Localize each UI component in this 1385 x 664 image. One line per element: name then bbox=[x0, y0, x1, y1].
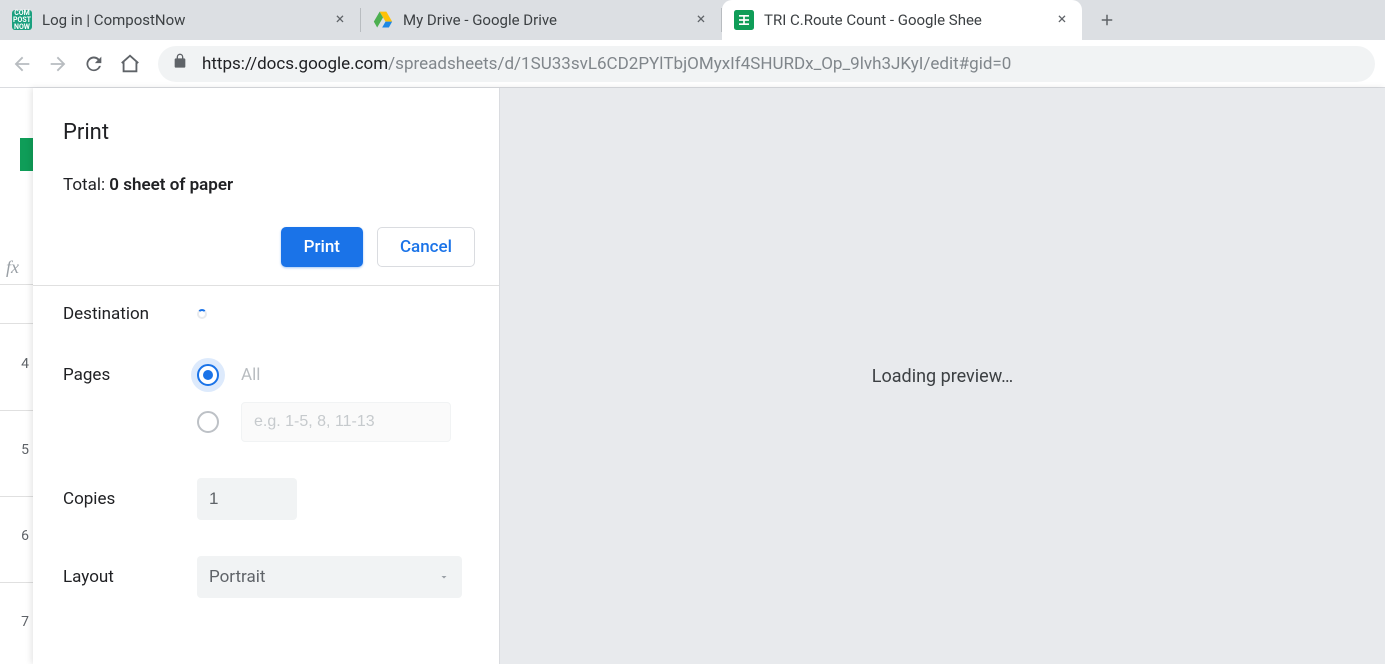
pages-custom-radio[interactable] bbox=[197, 411, 219, 433]
print-settings-panel: Print Total: 0 sheet of paper Print Canc… bbox=[33, 88, 500, 664]
pages-row-all: Pages All bbox=[63, 342, 469, 396]
row-border bbox=[0, 323, 33, 324]
layout-value: Portrait bbox=[209, 567, 265, 587]
chevron-down-icon bbox=[438, 571, 450, 583]
tab-title: TRI C.Route Count - Google Shee bbox=[764, 11, 1054, 29]
tab-drive[interactable]: My Drive - Google Drive × bbox=[361, 0, 721, 40]
row-number[interactable]: 7 bbox=[0, 614, 33, 630]
spreadsheet-left-edge: fx 4 5 6 7 bbox=[0, 88, 33, 664]
print-preview-area: Loading preview… bbox=[500, 88, 1385, 664]
url-path: /spreadsheets/d/1SU33svL6CD2PYlTbjOMyxIf… bbox=[388, 54, 1011, 74]
row-border bbox=[0, 496, 33, 497]
reload-button[interactable] bbox=[76, 46, 112, 82]
tab-compostnow[interactable]: COMPOSTNOW Log in | CompostNow × bbox=[0, 0, 360, 40]
compost-icon: COMPOSTNOW bbox=[12, 10, 32, 30]
url-host: https://docs.google.com bbox=[202, 54, 388, 74]
tab-sheets-active[interactable]: TRI C.Route Count - Google Shee × bbox=[722, 0, 1082, 40]
lock-icon bbox=[172, 53, 188, 74]
total-value: 0 sheet of paper bbox=[109, 175, 233, 195]
layout-row: Layout Portrait bbox=[63, 538, 469, 616]
print-button[interactable]: Print bbox=[281, 227, 363, 267]
formula-bar-label: fx bbox=[6, 257, 19, 278]
layout-select[interactable]: Portrait bbox=[197, 556, 462, 598]
pages-custom-input[interactable] bbox=[241, 402, 451, 442]
row-border bbox=[0, 582, 33, 583]
destination-row: Destination bbox=[63, 286, 469, 342]
page-content: fx 4 5 6 7 Print Total: 0 sheet of paper… bbox=[0, 88, 1385, 664]
home-button[interactable] bbox=[112, 46, 148, 82]
forward-button[interactable] bbox=[40, 46, 76, 82]
row-number[interactable]: 5 bbox=[0, 442, 33, 458]
destination-label: Destination bbox=[63, 304, 197, 324]
preview-loading-text: Loading preview… bbox=[872, 366, 1013, 387]
close-icon[interactable]: × bbox=[332, 12, 348, 28]
row-border bbox=[0, 284, 33, 285]
row-border bbox=[0, 410, 33, 411]
tab-title: Log in | CompostNow bbox=[42, 11, 332, 29]
copies-input[interactable] bbox=[197, 478, 297, 520]
address-bar[interactable]: https://docs.google.com/spreadsheets/d/1… bbox=[158, 46, 1375, 82]
cancel-button[interactable]: Cancel bbox=[377, 227, 475, 267]
pages-label: Pages bbox=[63, 365, 197, 385]
sheets-brand-stripe bbox=[20, 138, 33, 171]
pages-row-custom bbox=[63, 396, 469, 460]
print-total: Total: 0 sheet of paper bbox=[63, 175, 469, 195]
tab-title: My Drive - Google Drive bbox=[403, 11, 693, 29]
copies-label: Copies bbox=[63, 489, 197, 509]
back-button[interactable] bbox=[4, 46, 40, 82]
close-icon[interactable]: × bbox=[693, 12, 709, 28]
print-dialog-title: Print bbox=[63, 120, 469, 145]
loading-spinner-icon bbox=[197, 309, 207, 319]
layout-label: Layout bbox=[63, 567, 197, 587]
pages-all-radio[interactable] bbox=[197, 364, 219, 386]
pages-all-label: All bbox=[241, 365, 260, 385]
print-dialog: Print Total: 0 sheet of paper Print Canc… bbox=[33, 88, 1385, 664]
total-prefix: Total: bbox=[63, 175, 109, 195]
sheets-icon bbox=[734, 10, 754, 30]
browser-toolbar: https://docs.google.com/spreadsheets/d/1… bbox=[0, 40, 1385, 88]
row-number[interactable]: 4 bbox=[0, 356, 33, 372]
new-tab-button[interactable] bbox=[1090, 3, 1124, 37]
tab-strip: COMPOSTNOW Log in | CompostNow × My Driv… bbox=[0, 0, 1385, 40]
copies-row: Copies bbox=[63, 460, 469, 538]
close-icon[interactable]: × bbox=[1054, 12, 1070, 28]
drive-icon bbox=[373, 10, 393, 30]
row-number[interactable]: 6 bbox=[0, 528, 33, 544]
